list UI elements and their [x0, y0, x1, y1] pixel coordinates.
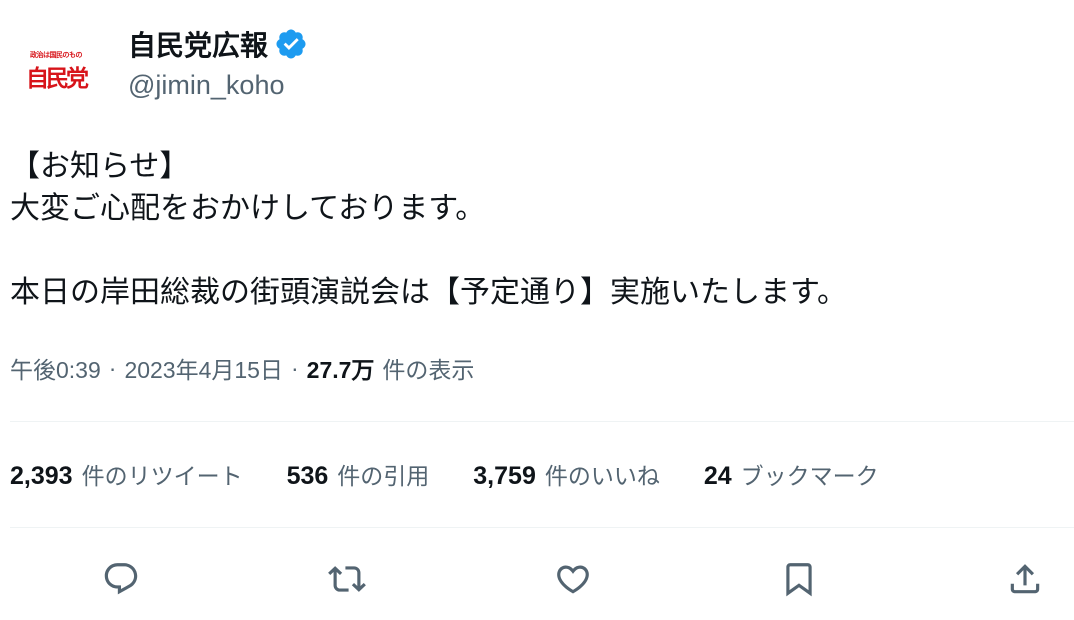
bookmark-icon	[786, 563, 812, 597]
retweet-arrows-icon	[328, 566, 366, 592]
like-button[interactable]	[550, 556, 596, 602]
retweet-button[interactable]	[324, 556, 370, 602]
tweet-date[interactable]: 2023年4月15日	[124, 351, 283, 385]
reply-button[interactable]	[98, 556, 144, 602]
divider	[10, 527, 1074, 528]
tweet-meta: 午後0:39 · 2023年4月15日 · 27.7万 件の表示	[10, 348, 474, 388]
avatar-logo-text: 自民党	[26, 66, 89, 92]
views-count: 27.7万	[306, 357, 375, 383]
tweet-line: 本日の岸田総裁の街頭演説会は【予定通り】実施いたします。	[10, 275, 847, 310]
stat-bookmarks[interactable]: 24 ブックマーク	[704, 457, 879, 491]
share-upload-icon	[1010, 564, 1040, 594]
views-label: 件の表示	[382, 357, 475, 383]
meta-separator: ·	[290, 354, 299, 381]
stat-label: ブックマーク	[740, 464, 879, 490]
stat-count: 2,393	[10, 462, 73, 490]
stat-label: 件のいいね	[544, 464, 660, 490]
action-bar	[0, 552, 1074, 604]
stat-count: 3,759	[473, 462, 536, 490]
user-handle[interactable]: @jimin_koho	[128, 70, 284, 101]
stat-label: 件の引用	[337, 464, 430, 490]
author-name-row: 自民党広報	[128, 24, 308, 64]
heart-icon	[557, 565, 589, 594]
share-button[interactable]	[1002, 556, 1048, 602]
speech-bubble-icon	[104, 563, 138, 595]
stat-retweets[interactable]: 2,393 件のリツイート	[10, 457, 243, 491]
verified-badge-icon[interactable]	[274, 27, 308, 61]
tweet-text: 【お知らせ】 大変ご心配をおかけしております。 本日の岸田総裁の街頭演説会は【予…	[10, 146, 1060, 314]
engagement-stats: 2,393 件のリツイート 536 件の引用 3,759 件のいいね 24 ブッ…	[10, 454, 923, 494]
display-name[interactable]: 自民党広報	[128, 24, 268, 64]
stat-count: 536	[286, 462, 329, 490]
avatar[interactable]: 政治は国民のもの 自民党	[12, 26, 100, 114]
bookmark-button[interactable]	[776, 556, 822, 602]
meta-separator: ·	[108, 354, 117, 381]
stat-count: 24	[703, 462, 732, 490]
tweet-line: 大変ご心配をおかけしております。	[10, 191, 486, 226]
tweet-line: 【お知らせ】	[10, 149, 190, 184]
stat-likes[interactable]: 3,759 件のいいね	[473, 457, 660, 491]
stat-label: 件のリツイート	[81, 464, 243, 490]
divider	[10, 421, 1074, 422]
tweet-time[interactable]: 午後0:39	[10, 351, 101, 385]
stat-quotes[interactable]: 536 件の引用	[287, 457, 430, 491]
